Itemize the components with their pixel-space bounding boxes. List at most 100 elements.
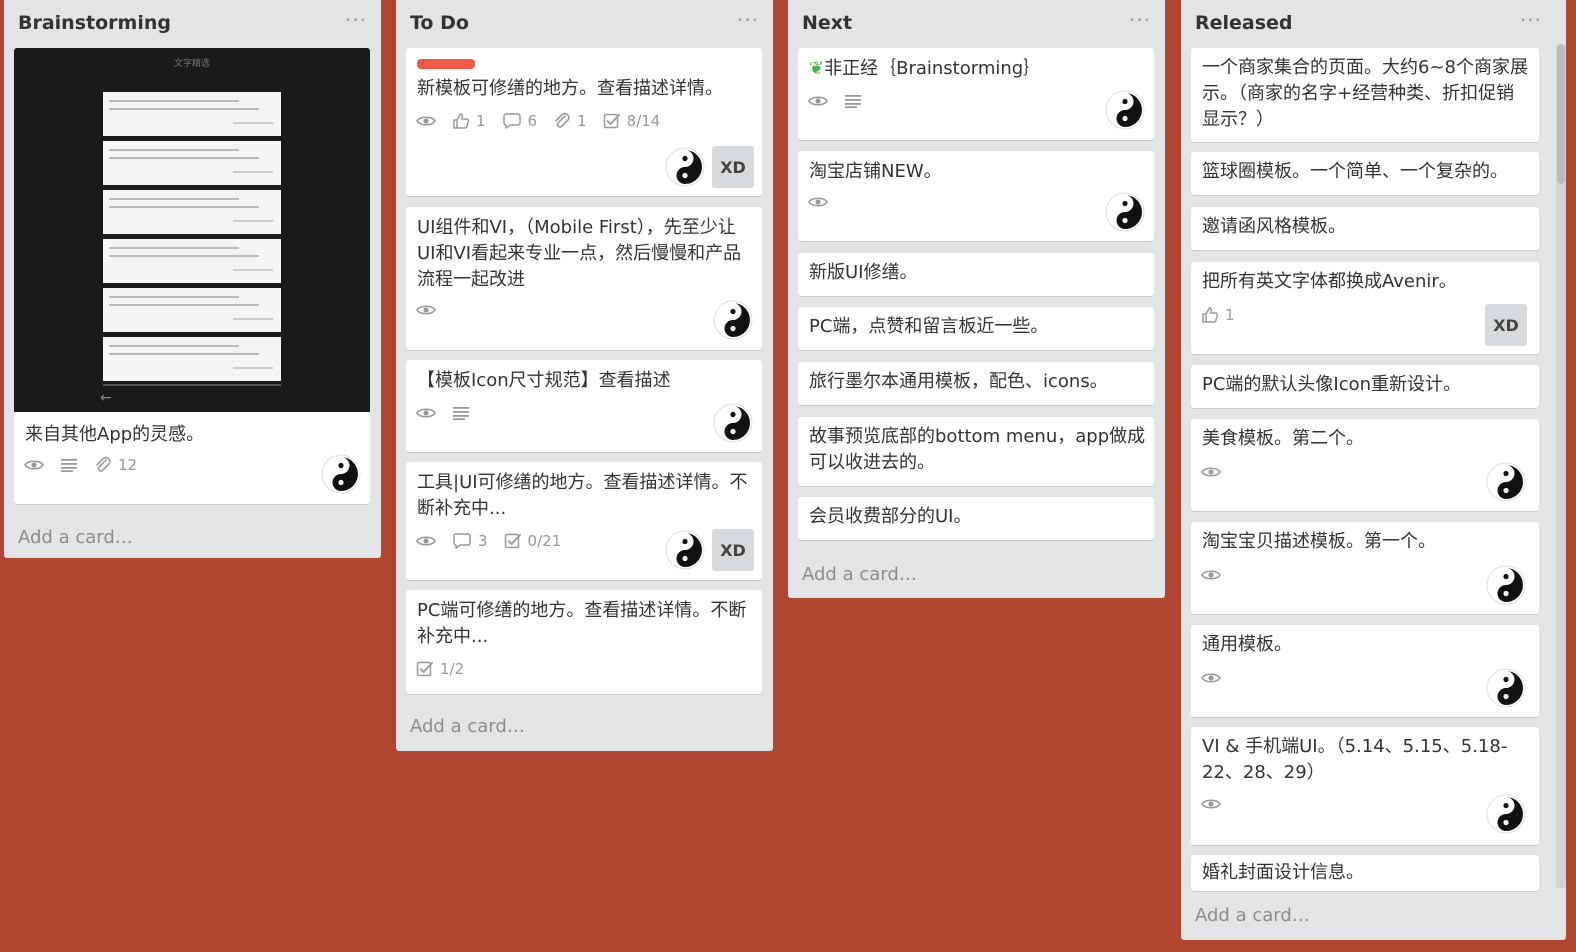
card[interactable]: 一个商家集合的页面。大约6~8个商家展示。（商家的名字+经营种类、折扣促销显示？… [1191,48,1539,142]
attachment-count: 12 [118,456,138,474]
card-title: ❦非正经｛Brainstorming｝ [809,56,1146,82]
like-count: 1 [1225,306,1235,324]
card[interactable]: 把所有英文字体都换成Avenir。 1 XD [1191,262,1539,354]
member-xd[interactable]: XD [1485,304,1527,346]
description-icon [844,94,862,108]
member-avatar[interactable] [320,453,362,495]
watch-icon [808,94,828,108]
card[interactable]: 新模板可修缮的地方。查看描述详情。 1 6 1 8/14 XD [406,48,762,196]
card-badges [416,402,470,424]
member-avatar[interactable] [1104,191,1146,233]
list-header[interactable]: Released ··· [1181,0,1566,46]
card[interactable]: 会员收费部分的UI。 [798,497,1154,540]
card[interactable]: ❦非正经｛Brainstorming｝ [798,48,1154,140]
comment-count: 6 [527,112,538,130]
card[interactable]: 通用模板。 [1191,625,1539,717]
member-avatar[interactable] [1485,793,1527,835]
list-menu-icon[interactable]: ··· [345,8,367,32]
list-title[interactable]: Brainstorming [18,12,171,34]
card-badges [416,299,436,321]
description-icon [452,406,470,420]
watch-icon [24,458,44,472]
attachment-badge: 12 [94,456,137,474]
card[interactable]: 淘宝店铺NEW。 [798,151,1154,241]
list-to-do: To Do ··· 新模板可修缮的地方。查看描述详情。 1 6 1 8/14 X… [396,0,773,751]
member-xd[interactable]: XD [712,146,754,188]
member-avatar[interactable] [712,299,754,341]
list-header[interactable]: To Do ··· [396,0,773,46]
card-badges [1201,461,1221,483]
comment-icon [502,113,522,129]
card-title: 【模板Icon尺寸规范】查看描述 [417,370,671,391]
checklist-icon [603,112,621,130]
list-menu-icon[interactable]: ··· [1520,8,1542,32]
card-title: 一个商家集合的页面。大约6~8个商家展示。（商家的名字+经营种类、折扣促销显示？… [1202,57,1528,130]
description-icon [60,458,78,472]
card[interactable]: 文字精选 ← 来自其他App的灵感。 12 [14,48,370,504]
card-title-text: 非正经｛Brainstorming｝ [824,58,1042,79]
attachment-icon [553,112,571,130]
list-title[interactable]: Released [1195,12,1293,34]
card-title: 工具|UI可修缮的地方。查看描述详情。不断补充中... [417,472,748,519]
card[interactable]: 新版UI修缮。 [798,253,1154,296]
member-avatar[interactable] [1485,461,1527,503]
checklist-count: 8/14 [626,112,661,130]
list-title[interactable]: To Do [410,12,469,34]
add-card-button[interactable]: Add a card… [18,527,133,548]
card[interactable]: UI组件和VI，（Mobile First），先至少让UI和VI看起来专业一点，… [406,207,762,350]
card[interactable]: 工具|UI可修缮的地方。查看描述详情。不断补充中... 3 0/21 XD [406,462,762,580]
card[interactable]: 旅行墨尔本通用模板，配色、icons。 [798,362,1154,405]
member-avatar[interactable] [664,146,706,188]
card[interactable]: PC端可修缮的地方。查看描述详情。不断补充中... 1/2 [406,590,762,694]
card-badges [808,191,828,213]
list-scrollbar[interactable] [1556,44,1566,889]
card[interactable]: PC端，点赞和留言板近一些。 [798,307,1154,350]
list-title[interactable]: Next [802,12,852,34]
card-title: 旅行墨尔本通用模板，配色、icons。 [809,371,1108,392]
watch-icon [1201,797,1221,811]
member-avatar[interactable] [712,402,754,444]
watch-icon [416,114,436,128]
card-title: VI & 手机端UI。（5.14、5.15、5.18-22、28、29） [1202,736,1508,783]
card-title: 通用模板。 [1202,634,1292,655]
list-menu-icon[interactable]: ··· [737,8,759,32]
card-badges [1201,564,1221,586]
member-avatar[interactable] [1485,564,1527,606]
list-menu-icon[interactable]: ··· [1129,8,1151,32]
card-title: 淘宝店铺NEW。 [809,161,942,182]
card-badges [808,90,862,112]
card[interactable]: 邀请函风格模板。 [1191,207,1539,250]
like-count: 1 [476,112,486,130]
member-avatar[interactable] [664,529,706,571]
member-avatar[interactable] [1104,89,1146,131]
member-xd[interactable]: XD [712,529,754,571]
card-title: PC端可修缮的地方。查看描述详情。不断补充中... [417,600,747,647]
comment-badge: 6 [502,112,538,130]
scrollbar-thumb[interactable] [1557,44,1565,184]
card[interactable]: 【模板Icon尺寸规范】查看描述 [406,360,762,452]
add-card-button[interactable]: Add a card… [802,564,917,585]
like-icon [1201,306,1219,324]
card[interactable]: PC端的默认头像Icon重新设计。 [1191,365,1539,408]
card[interactable]: 故事预览底部的bottom menu，app做成可以收进去的。 [798,417,1154,486]
list-header[interactable]: Brainstorming ··· [4,0,381,46]
like-badge: 1 [452,112,486,130]
list-brainstorming: Brainstorming ··· 文字精选 ← 来自其他App的灵感。 12 [4,0,381,558]
card-title: 新模板可修缮的地方。查看描述详情。 [417,78,723,99]
card-title: PC端，点赞和留言板近一些。 [809,316,1049,337]
card[interactable]: VI & 手机端UI。（5.14、5.15、5.18-22、28、29） [1191,727,1539,845]
watch-icon [416,406,436,420]
watch-icon [808,195,828,209]
add-card-button[interactable]: Add a card… [1195,905,1310,926]
attachment-count: 1 [577,112,587,130]
add-card-button[interactable]: Add a card… [410,716,525,737]
card[interactable]: 淘宝宝贝描述模板。第一个。 [1191,522,1539,614]
card[interactable]: 婚礼封面设计信息。 [1191,855,1539,891]
card[interactable]: 美食模板。第二个。 [1191,419,1539,511]
cover-divider [103,384,281,386]
card[interactable]: 篮球圈模板。一个简单、一个复杂的。 [1191,152,1539,195]
like-badge: 1 [1201,306,1235,324]
list-header[interactable]: Next ··· [788,0,1165,46]
back-arrow-icon: ← [100,390,112,406]
member-avatar[interactable] [1485,667,1527,709]
